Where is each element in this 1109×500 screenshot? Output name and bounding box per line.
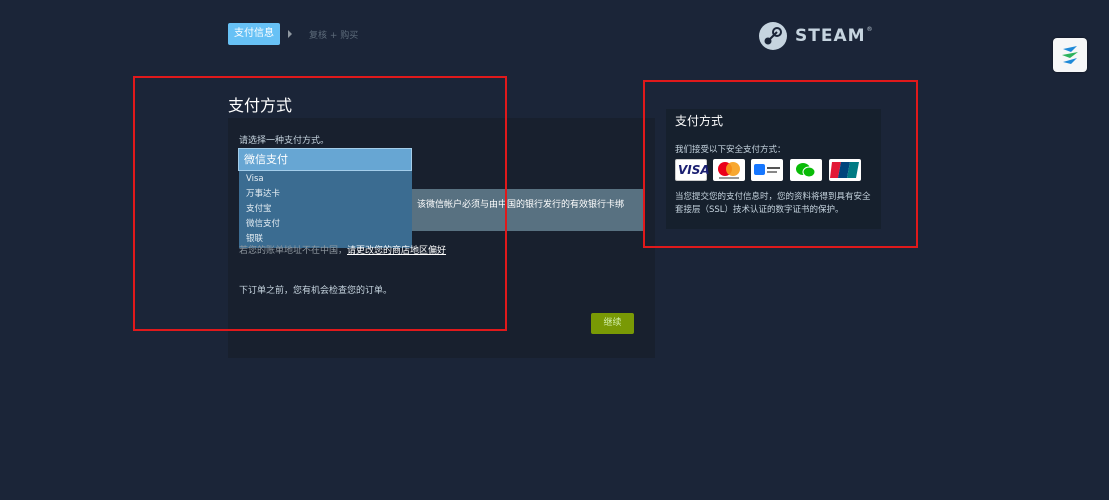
registered-mark: ® xyxy=(866,26,873,33)
breadcrumb-step-review: 复核 + 购买 xyxy=(309,31,359,41)
steam-logo: STEAM ® xyxy=(758,20,873,52)
continue-button[interactable]: 继续 xyxy=(591,313,634,334)
steam-logo-icon xyxy=(759,22,787,50)
browser-extension-icon[interactable] xyxy=(1053,38,1087,72)
annotation-box-right xyxy=(643,80,918,248)
annotation-box-left xyxy=(133,76,507,331)
breadcrumb-arrow-icon xyxy=(288,30,292,38)
breadcrumb-step-payment: 支付信息 xyxy=(228,23,280,45)
steam-logo-text: STEAM xyxy=(795,26,866,46)
